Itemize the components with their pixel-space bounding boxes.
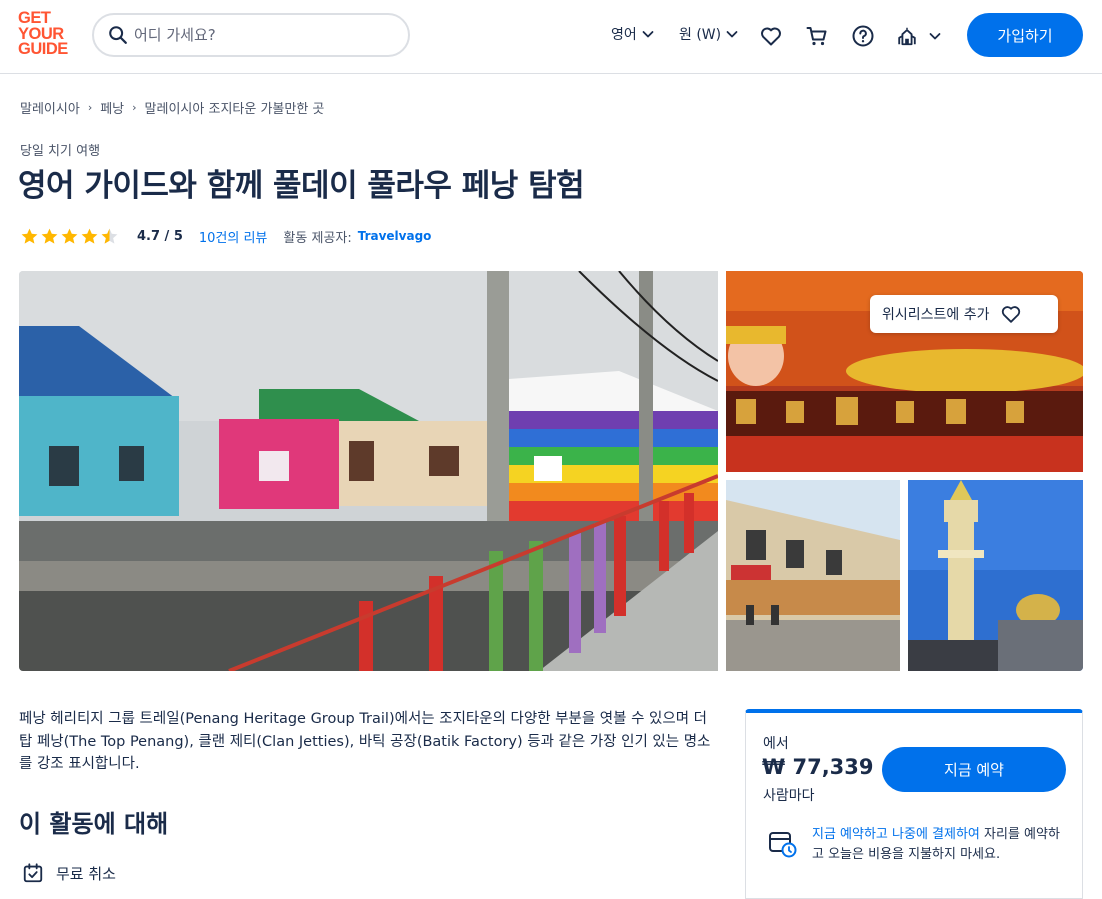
search-input[interactable] (134, 21, 394, 49)
about-section-title: 이 활동에 대해 (19, 810, 169, 838)
help-button[interactable] (850, 23, 876, 49)
star-icon (21, 228, 38, 244)
gallery-image-4[interactable] (908, 480, 1083, 671)
price-per-person: 사람마다 (763, 788, 815, 804)
add-to-wishlist-button[interactable]: 위시리스트에 추가 (870, 295, 1058, 333)
book-now-label: 지금 예약 (944, 761, 1004, 779)
reserve-link[interactable]: 지금 예약하고 나중에 결제하여 (812, 827, 980, 842)
chevron-down-icon (929, 33, 941, 40)
price-value: ₩ 77,339 (762, 755, 874, 779)
star-icon (81, 228, 98, 244)
search-box[interactable] (92, 13, 410, 57)
rating-row: 4.7 / 5 10건의 리뷰 활동 제공자: Travelvago (20, 226, 431, 246)
account-icon (898, 27, 916, 46)
activity-category: 당일 치기 여행 (20, 144, 101, 159)
feature-label: 무료 취소 (56, 864, 116, 883)
chevron-right-icon: › (87, 101, 93, 114)
page-title: 영어 가이드와 함께 풀데이 풀라우 페낭 탐험 (18, 168, 585, 204)
colorful-stilt-houses-photo (19, 271, 718, 671)
feature-free-cancellation: 무료 취소 (22, 862, 116, 884)
wishlist-label: 위시리스트에 추가 (882, 307, 990, 323)
signup-button[interactable]: 가입하기 (967, 13, 1083, 57)
provider-link[interactable]: Travelvago (358, 229, 432, 243)
reserve-now-pay-later: 지금 예약하고 나중에 결제하여 자리를 예약하고 오늘은 비용을 지불하지 마… (768, 825, 1068, 865)
rating-value: 4.7 / 5 (137, 228, 183, 244)
cart-button[interactable] (804, 23, 830, 49)
chevron-down-icon (642, 31, 654, 38)
shophouse-street-photo (726, 480, 900, 671)
breadcrumb-item-penang[interactable]: 페낭 (100, 98, 124, 117)
chevron-down-icon (726, 31, 738, 38)
cart-icon (806, 27, 827, 46)
price-from-label: 에서 (763, 736, 789, 752)
account-menu[interactable] (896, 23, 948, 49)
book-now-button[interactable]: 지금 예약 (882, 747, 1066, 792)
currency-label: 원 (W) (679, 27, 722, 43)
mosque-minaret-photo (908, 480, 1083, 671)
heart-icon (1001, 306, 1020, 323)
booking-card: 에서 ₩ 77,339 사람마다 지금 예약 지금 예약하고 나중에 결제하여 … (745, 709, 1083, 899)
provider-label: 활동 제공자: (283, 230, 352, 246)
header: GET YOUR GUIDE 영어 원 (W) 가입하기 (0, 0, 1102, 74)
star-icon (61, 228, 78, 244)
currency-selector[interactable]: 원 (W) (679, 24, 739, 44)
breadcrumb-item-malaysia[interactable]: 말레이시아 (20, 98, 80, 117)
gallery-main-image[interactable] (19, 271, 718, 671)
help-icon (852, 25, 874, 47)
gallery-image-3[interactable] (726, 480, 900, 671)
activity-description: 페낭 헤리티지 그룹 트레일(Penang Heritage Group Tra… (19, 711, 711, 772)
language-selector[interactable]: 영어 (611, 24, 655, 44)
getyourguide-logo[interactable]: GET YOUR GUIDE (18, 10, 78, 59)
calendar-clock-icon (769, 832, 797, 858)
chevron-right-icon: › (132, 101, 137, 114)
wishlist-button[interactable] (758, 23, 784, 49)
breadcrumb: 말레이시아 › 페낭 › 말레이시아 조지타운 가볼만한 곳 (20, 98, 324, 117)
half-star-icon (101, 228, 118, 244)
reserve-text: 지금 예약하고 나중에 결제하여 자리를 예약하고 오늘은 비용을 지불하지 마… (812, 825, 1068, 865)
search-icon (109, 26, 127, 44)
reviews-link[interactable]: 10건의 리뷰 (199, 227, 268, 246)
star-icon (41, 228, 58, 244)
breadcrumb-item-georgetown[interactable]: 말레이시아 조지타운 가볼만한 곳 (145, 98, 325, 117)
calendar-check-icon (23, 863, 43, 883)
signup-label: 가입하기 (997, 26, 1053, 45)
language-label: 영어 (611, 27, 637, 43)
rating-stars (20, 227, 119, 246)
heart-icon (761, 27, 781, 46)
logo-line-3: GUIDE (18, 40, 68, 58)
